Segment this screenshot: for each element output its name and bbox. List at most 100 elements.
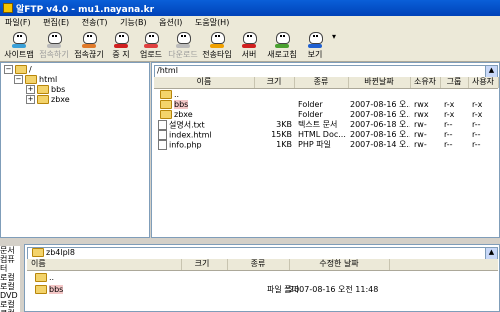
download-icon xyxy=(174,32,192,48)
local-drive-list: 문서 컴퓨터 로컬 로컬 DVD 로컬 로컬 xyxy=(0,246,20,312)
file-name: bbs xyxy=(174,100,189,109)
upload-button[interactable]: 업로드 xyxy=(136,30,166,62)
table-row[interactable]: zbxe Folder 2007-08-16 오... rwx r-x r-x xyxy=(154,110,498,120)
drive-item[interactable]: 문서 xyxy=(0,246,20,255)
tree-item-bbs[interactable]: + bbs xyxy=(26,85,65,94)
disconnect-icon xyxy=(80,32,98,48)
menu-bar: 파일(F) 편집(E) 전송(T) 기능(B) 옵션(I) 도움말(H) xyxy=(0,16,500,30)
table-row[interactable]: .. xyxy=(154,90,498,100)
column-header-type[interactable]: 종류 xyxy=(294,77,349,88)
column-header-name[interactable]: 이름 xyxy=(27,259,182,270)
sitemap-button[interactable]: 사이트맵 xyxy=(2,30,36,62)
column-header-user[interactable]: 사용자 xyxy=(468,77,499,88)
cell-owner: rw- xyxy=(414,140,427,149)
menu-help[interactable]: 도움말(H) xyxy=(190,16,234,29)
refresh-label: 새로고침 xyxy=(267,50,297,59)
drive-item[interactable]: 컴퓨터 xyxy=(0,255,20,273)
download-label: 다운로드 xyxy=(168,50,198,59)
transfer-type-label: 전송타입 xyxy=(202,50,232,59)
drive-item[interactable]: 로컬 xyxy=(0,282,20,291)
folder-icon xyxy=(35,273,47,282)
cell-name: bbs xyxy=(158,100,254,110)
drive-item[interactable]: 로컬 xyxy=(0,300,20,309)
stop-button[interactable]: 중 지 xyxy=(107,30,135,62)
local-path-text: zb4lpl8 xyxy=(46,248,75,257)
menu-file[interactable]: 파일(F) xyxy=(0,16,36,29)
cell-type: 텍스트 문서 xyxy=(298,120,338,129)
cell-date: 2007-08-16 오... xyxy=(350,110,410,119)
table-row[interactable]: bbs 파일 폴더 2007-08-16 오전 11:48 xyxy=(27,285,498,295)
collapse-icon[interactable]: − xyxy=(4,65,13,74)
cell-group: r-- xyxy=(444,130,453,139)
collapse-icon[interactable]: − xyxy=(14,75,23,84)
tree-item-zbxe[interactable]: + zbxe xyxy=(26,95,70,104)
drive-item[interactable]: 로컬 xyxy=(0,273,20,282)
column-header-type[interactable]: 종류 xyxy=(227,259,290,270)
tree-item-label: html xyxy=(39,75,58,84)
cell-group: r-x xyxy=(444,100,455,109)
refresh-button[interactable]: 새로고침 xyxy=(264,30,300,62)
refresh-icon xyxy=(273,32,291,48)
expand-icon[interactable]: + xyxy=(26,85,35,94)
server-icon xyxy=(240,32,258,48)
cell-type: Folder xyxy=(298,110,323,119)
folder-icon xyxy=(160,110,172,119)
drive-item[interactable]: DVD xyxy=(0,291,20,300)
expand-icon[interactable]: + xyxy=(26,95,35,104)
view-button[interactable]: 보기 xyxy=(302,30,328,62)
table-row[interactable]: .. xyxy=(27,273,498,283)
table-row[interactable]: info.php 1KB PHP 파일 2007-08-14 오... rw-r-- r-… xyxy=(154,140,498,150)
table-row[interactable]: bbs Folder 2007-08-16 오... rwx r-x r-x xyxy=(154,100,498,110)
disconnect-label: 접속끊기 xyxy=(74,50,104,59)
folder-icon xyxy=(15,65,27,74)
file-name: zbxe xyxy=(174,110,193,119)
tree-item-html[interactable]: − html xyxy=(14,75,57,84)
download-button[interactable]: 다운로드 xyxy=(167,30,199,62)
file-name: .. xyxy=(49,273,55,282)
column-header-date[interactable]: 수정한 날짜 xyxy=(289,259,390,270)
column-header-name[interactable]: 이름 xyxy=(154,77,255,88)
tree-item-label: / xyxy=(29,65,32,74)
window-title: 알FTP v4.0 - mu1.nayana.kr xyxy=(16,5,155,15)
tree-item-root[interactable]: − / xyxy=(4,65,32,74)
folder-icon xyxy=(160,100,172,109)
folder-icon xyxy=(25,75,37,84)
cell-name: .. xyxy=(158,90,254,100)
column-header-owner[interactable]: 소유자 xyxy=(410,77,441,88)
menu-function[interactable]: 기능(B) xyxy=(115,16,151,29)
cell-user: r-x xyxy=(472,110,483,119)
sitemap-icon xyxy=(10,32,28,48)
column-header-group[interactable]: 그룹 xyxy=(440,77,469,88)
cell-owner: rwx xyxy=(414,110,429,119)
cell-name: info.php xyxy=(158,140,254,151)
cell-type: PHP 파일 xyxy=(298,140,331,149)
disconnect-button[interactable]: 접속끊기 xyxy=(72,30,106,62)
folder-icon xyxy=(160,90,172,99)
cell-name: 설명서.txt xyxy=(158,120,254,131)
file-name: .. xyxy=(174,90,180,99)
cell-owner: rwx xyxy=(414,100,429,109)
connect-button[interactable]: 접속하기 xyxy=(37,30,71,62)
column-header-size[interactable]: 크기 xyxy=(177,259,228,270)
upload-label: 업로드 xyxy=(139,50,163,59)
transfer-type-button[interactable]: 전송타입 xyxy=(200,30,234,62)
menu-edit[interactable]: 편집(E) xyxy=(38,16,74,29)
table-row[interactable]: 설명서.txt 3KB 텍스트 문서 2007-06-18 오... rw-r-- r-- xyxy=(154,120,498,130)
local-file-list: zb4lpl8 ▲ 이름 크기 종류 수정한 날짜 .. bbs 파일 폴더 2007… xyxy=(24,244,500,312)
file-name: index.html xyxy=(169,130,212,140)
column-header-size[interactable]: 크기 xyxy=(254,77,295,88)
remote-list-header: 이름 크기 종류 바뀐날짜 소유자 그룹 사용자 xyxy=(154,77,499,89)
title-bar: 알FTP v4.0 - mu1.nayana.kr xyxy=(0,0,500,16)
menu-options[interactable]: 옵션(I) xyxy=(154,16,187,29)
menu-transfer[interactable]: 전송(T) xyxy=(77,16,113,29)
cell-date: 2007-08-16 오... xyxy=(350,100,410,109)
view-dropdown-arrow-icon[interactable]: ▾ xyxy=(330,30,338,62)
column-header-date[interactable]: 바뀐날짜 xyxy=(348,77,411,88)
cell-type: HTML Doc... xyxy=(298,130,346,139)
cell-group: r-- xyxy=(444,120,453,129)
server-button[interactable]: 서버 xyxy=(236,30,262,62)
table-row[interactable]: index.html 15KB HTML Doc... 2007-08-16 오...… xyxy=(154,130,498,140)
cell-type: Folder xyxy=(298,100,323,109)
file-icon xyxy=(158,120,167,130)
transfer-type-icon xyxy=(208,32,226,48)
